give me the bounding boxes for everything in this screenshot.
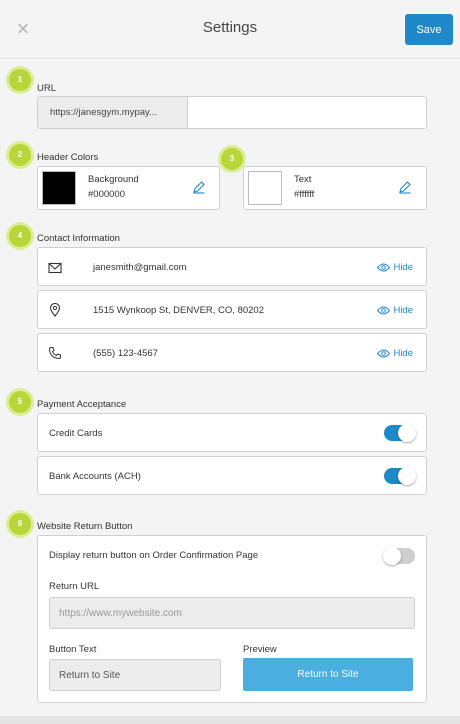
- toggle-knob: [398, 424, 416, 442]
- return-url-input[interactable]: [49, 597, 415, 629]
- contact-row: 1515 Wynkoop St, DENVER, CO, 80202 Hide: [37, 290, 427, 329]
- hide-address-link[interactable]: Hide: [377, 305, 413, 316]
- payment-row: Credit Cards: [37, 413, 427, 452]
- credit-cards-label: Credit Cards: [49, 428, 103, 439]
- hide-email-link[interactable]: Hide: [377, 262, 413, 273]
- hide-label: Hide: [393, 348, 413, 359]
- step-badge-3: 3: [221, 148, 243, 170]
- button-text-label: Button Text: [49, 644, 97, 655]
- contact-information-label: Contact Information: [37, 233, 120, 244]
- settings-panel: 1 URL https://janesgym.mypay... 2 Header…: [0, 60, 460, 716]
- background-color-value: #000000: [88, 189, 125, 200]
- contact-phone: (555) 123-4567: [93, 348, 158, 359]
- step-badge-5: 5: [9, 391, 31, 413]
- background-color-name: Background: [88, 174, 139, 185]
- return-url-label: Return URL: [49, 581, 100, 592]
- background-color-card: Background #000000: [37, 166, 220, 210]
- phone-icon: [48, 346, 62, 360]
- text-color-value: #ffffff: [294, 189, 315, 200]
- header-colors-label: Header Colors: [37, 152, 99, 163]
- hide-phone-link[interactable]: Hide: [377, 348, 413, 359]
- text-color-swatch[interactable]: [248, 171, 282, 205]
- toggle-knob: [398, 467, 416, 485]
- bottom-strip: [0, 716, 460, 724]
- hide-label: Hide: [393, 262, 413, 273]
- display-return-button-toggle[interactable]: [383, 547, 415, 565]
- button-text-input[interactable]: [49, 659, 221, 691]
- payment-acceptance-label: Payment Acceptance: [37, 399, 127, 410]
- return-button-card: Display return button on Order Confirmat…: [37, 535, 427, 703]
- contact-address: 1515 Wynkoop St, DENVER, CO, 80202: [93, 305, 264, 316]
- step-badge-4: 4: [9, 225, 31, 247]
- page-title: Settings: [202, 19, 258, 36]
- step-badge-6: 6: [9, 513, 31, 535]
- url-label: URL: [37, 83, 57, 94]
- eye-icon: [377, 306, 391, 315]
- contact-row: janesmith@gmail.com Hide: [37, 247, 427, 286]
- bank-accounts-label: Bank Accounts (ACH): [49, 471, 141, 482]
- return-to-site-preview-button[interactable]: Return to Site: [243, 658, 413, 691]
- text-color-name: Text: [294, 174, 312, 185]
- pencil-icon[interactable]: [192, 180, 206, 194]
- contact-email: janesmith@gmail.com: [93, 262, 187, 273]
- website-return-button-label: Website Return Button: [37, 521, 133, 532]
- background-color-swatch[interactable]: [42, 171, 76, 205]
- preview-label: Preview: [243, 644, 277, 655]
- eye-icon: [377, 263, 391, 272]
- display-return-button-label: Display return button on Order Confirmat…: [49, 550, 259, 561]
- settings-header: × Settings Save: [0, 0, 460, 59]
- url-field-group: https://janesgym.mypay...: [37, 96, 427, 129]
- eye-icon: [377, 349, 391, 358]
- envelope-icon: [48, 261, 62, 275]
- location-pin-icon: [48, 302, 62, 317]
- save-button[interactable]: Save: [405, 14, 453, 45]
- bank-accounts-toggle[interactable]: [384, 467, 416, 485]
- credit-cards-toggle[interactable]: [384, 424, 416, 442]
- url-prefix: https://janesgym.mypay...: [38, 97, 188, 128]
- text-color-card: Text #ffffff: [243, 166, 427, 210]
- url-slug-input[interactable]: [188, 97, 426, 128]
- hide-label: Hide: [393, 305, 413, 316]
- pencil-icon[interactable]: [398, 180, 412, 194]
- step-badge-1: 1: [9, 69, 31, 91]
- payment-row: Bank Accounts (ACH): [37, 456, 427, 495]
- contact-row: (555) 123-4567 Hide: [37, 333, 427, 372]
- step-badge-2: 2: [9, 144, 31, 166]
- toggle-knob: [383, 547, 401, 565]
